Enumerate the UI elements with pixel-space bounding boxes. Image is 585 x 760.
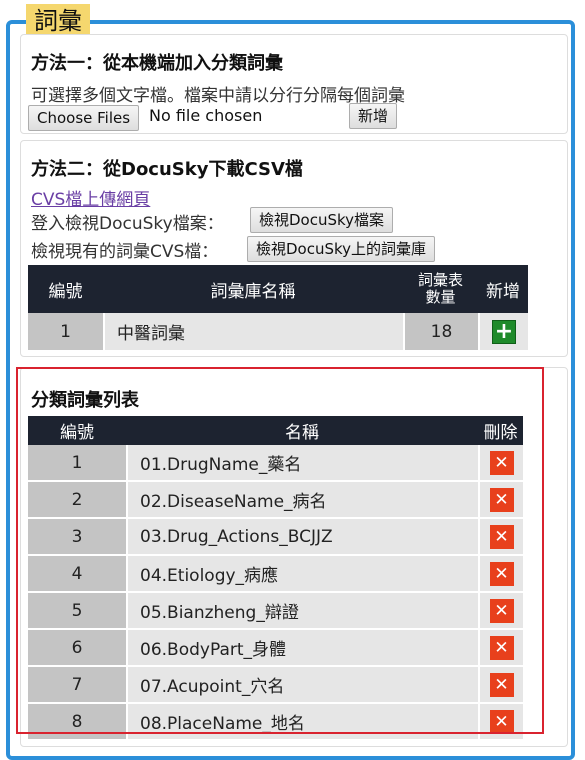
csv-upload-link[interactable]: CVS檔上傳網頁 [31,185,150,210]
vocab-library-table: 編號 詞彙庫名稱 詞彙表 數量 新增 1 中醫詞彙 18 + [28,265,528,350]
method1-title: 方法一：從本機端加入分類詞彙 [31,53,283,74]
view-docusky-vocab-button[interactable]: 檢視DocuSky上的詞彙庫 [247,236,436,262]
col-header-count: 詞彙表 數量 [403,265,478,313]
view-existing-label: 檢視現有的詞彙CVS檔： [31,242,219,262]
view-docusky-files-button[interactable]: 檢視DocuSky檔案 [250,207,394,233]
method2-title: 方法二：從DocuSky下載CSV檔 [31,159,303,180]
highlight-box [16,367,544,734]
method1-description: 可選擇多個文字檔。檔案中請以分行分隔每個詞彙 [31,86,405,106]
row-count: 18 [403,313,478,350]
row-library-name: 中醫詞彙 [103,313,403,350]
login-label: 登入檢視DocuSky檔案： [31,214,224,234]
row-add-cell: + [478,313,528,350]
section-title: 詞彙 [26,4,90,38]
method2-panel: 方法二：從DocuSky下載CSV檔 CVS檔上傳網頁 登入檢視DocuSky檔… [20,140,568,357]
col-header-add: 新增 [478,265,528,313]
choose-files-button[interactable]: Choose Files [28,105,140,131]
table-row: 1 中醫詞彙 18 + [28,313,528,350]
no-file-text: No file chosen [149,106,263,125]
col-header-library-name: 詞彙庫名稱 [103,265,403,313]
row-num: 1 [28,313,103,350]
method1-panel: 方法一：從本機端加入分類詞彙 可選擇多個文字檔。檔案中請以分行分隔每個詞彙 Ch… [20,34,568,134]
col-header-num: 編號 [28,265,103,313]
plus-icon[interactable]: + [492,319,516,344]
method1-add-button[interactable]: 新增 [349,103,398,129]
